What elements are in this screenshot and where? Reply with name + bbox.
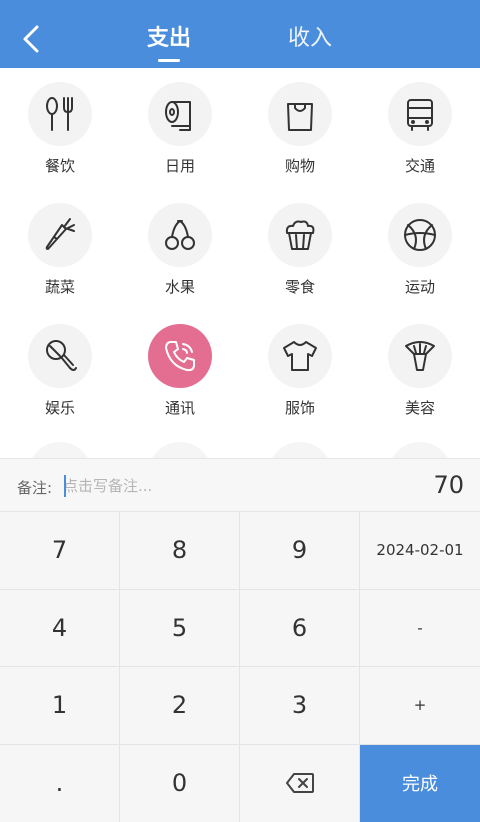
- tshirt-icon: [283, 341, 317, 371]
- chevron-left-icon: [23, 25, 39, 53]
- key-1[interactable]: 1: [0, 667, 120, 745]
- category-clothing[interactable]: 服饰: [240, 310, 360, 430]
- category-fruit[interactable]: 水果: [120, 189, 240, 309]
- tissue-roll-icon: [165, 101, 191, 131]
- category-grid: 餐饮 日用 购物 交通 蔬菜 水果 零食 运动 娱乐 通讯 服饰 美容: [0, 68, 480, 458]
- keypad: 7 8 9 2024-02-01 4 5 6 - 1 2 3 + . 0 完成: [0, 512, 480, 822]
- category-label: 日用: [164, 157, 195, 175]
- done-button[interactable]: 完成: [360, 744, 480, 822]
- category-label: 通讯: [164, 399, 195, 417]
- key-decimal[interactable]: .: [0, 744, 120, 822]
- cupcake-icon: [285, 220, 315, 250]
- category-label: 蔬菜: [44, 278, 75, 296]
- key-4[interactable]: 4: [0, 589, 120, 667]
- note-input[interactable]: [63, 473, 363, 499]
- category-telecom[interactable]: 通讯: [120, 310, 240, 430]
- backspace-icon: [285, 773, 314, 794]
- key-2[interactable]: 2: [120, 667, 240, 745]
- category-transport[interactable]: 交通: [360, 68, 480, 188]
- category-label: 水果: [164, 278, 195, 296]
- category-label: 零食: [284, 278, 315, 296]
- category-peek: [148, 442, 212, 458]
- category-beauty[interactable]: 美容: [360, 310, 480, 430]
- category-shopping[interactable]: 购物: [240, 68, 360, 188]
- category-snacks[interactable]: 零食: [240, 189, 360, 309]
- category-peek: [268, 442, 332, 458]
- category-label: 购物: [284, 157, 315, 175]
- text-caret: [64, 475, 66, 497]
- category-dining[interactable]: 餐饮: [0, 68, 120, 188]
- key-plus[interactable]: +: [360, 667, 480, 745]
- back-button[interactable]: [14, 22, 48, 56]
- bus-icon: [407, 99, 433, 131]
- category-sports[interactable]: 运动: [360, 189, 480, 309]
- category-label: 交通: [404, 157, 435, 175]
- key-3[interactable]: 3: [240, 667, 360, 745]
- key-7[interactable]: 7: [0, 512, 120, 590]
- microphone-icon: [46, 340, 77, 371]
- key-8[interactable]: 8: [120, 512, 240, 590]
- cherry-icon: [165, 220, 195, 250]
- tab-income[interactable]: 收入: [288, 20, 332, 52]
- shopping-bag-icon: [287, 103, 313, 131]
- phone-icon: [165, 341, 195, 372]
- note-bar: 备注: 70: [0, 458, 480, 512]
- active-tab-indicator: [158, 59, 180, 62]
- amount-display: 70: [433, 471, 464, 499]
- top-bar: 支出 收入: [0, 0, 480, 68]
- key-0[interactable]: 0: [120, 744, 240, 822]
- note-label: 备注:: [17, 479, 53, 497]
- category-label: 娱乐: [44, 399, 75, 417]
- backspace-button[interactable]: [240, 744, 360, 822]
- key-9[interactable]: 9: [240, 512, 360, 590]
- tab-expense[interactable]: 支出: [147, 20, 191, 52]
- key-5[interactable]: 5: [120, 589, 240, 667]
- key-6[interactable]: 6: [240, 589, 360, 667]
- fork-spoon-icon: [46, 97, 73, 131]
- basketball-icon: [404, 219, 436, 251]
- category-peek: [388, 442, 452, 458]
- category-label: 服饰: [284, 399, 315, 417]
- date-picker-button[interactable]: 2024-02-01: [360, 512, 480, 590]
- key-minus[interactable]: -: [360, 589, 480, 667]
- category-vegetables[interactable]: 蔬菜: [0, 189, 120, 309]
- category-daily-use[interactable]: 日用: [120, 68, 240, 188]
- carrot-icon: [45, 218, 75, 250]
- category-label: 运动: [404, 278, 435, 296]
- category-entertainment[interactable]: 娱乐: [0, 310, 120, 430]
- category-label: 美容: [404, 399, 435, 417]
- category-peek: [28, 442, 92, 458]
- category-label: 餐饮: [44, 157, 75, 175]
- hair-dryer-icon: [405, 341, 435, 371]
